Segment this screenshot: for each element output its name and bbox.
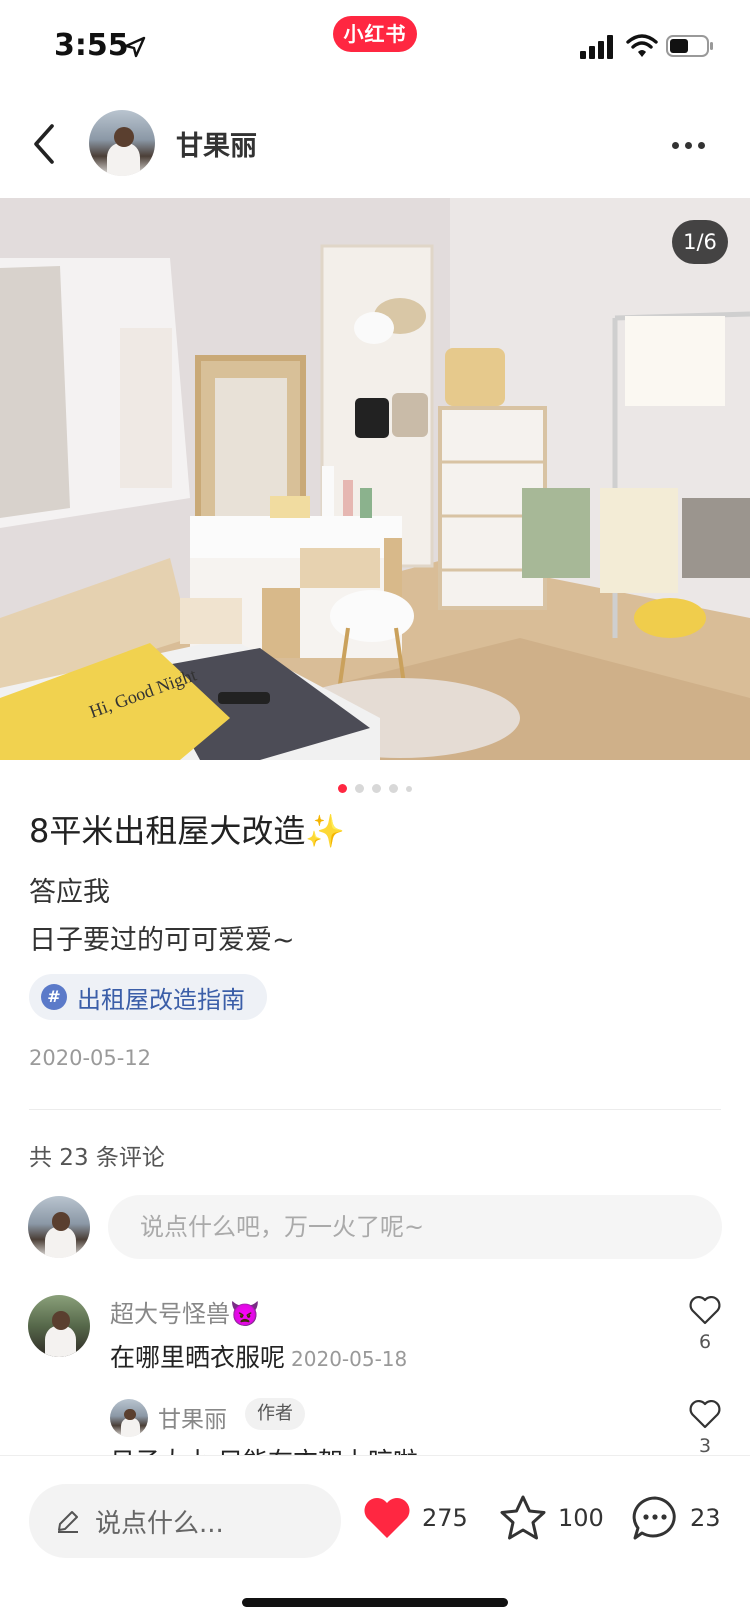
heart-filled-icon: [364, 1498, 410, 1538]
comment-count: 共 23 条评论: [29, 1145, 165, 1171]
sparkles-emoji: ✨: [305, 812, 346, 850]
collect-button[interactable]: 100: [498, 1478, 604, 1558]
heart-outline-icon: [689, 1295, 721, 1325]
back-arrow-icon[interactable]: [30, 122, 60, 166]
brand-logo: 小红书: [333, 16, 417, 52]
room-photo-illustration: Hi, Good Night: [0, 198, 750, 760]
devil-emoji: 👿: [230, 1300, 260, 1328]
note-body-line: 日子要过的可可爱爱~: [29, 925, 295, 956]
comment-input[interactable]: 说点什么吧，万一火了呢~: [108, 1195, 722, 1259]
location-arrow-icon: [124, 36, 146, 58]
commenter-name[interactable]: 超大号怪兽👿: [110, 1294, 260, 1329]
note-header: 甘果丽: [0, 96, 750, 196]
comment-count-bottom: 23: [690, 1504, 721, 1532]
comment-text[interactable]: 在哪里晒衣服呢 2020-05-18: [110, 1338, 407, 1374]
carousel-dots: [0, 778, 750, 793]
hashtag-icon: #: [41, 984, 67, 1010]
comment-like[interactable]: 6: [685, 1295, 725, 1353]
note-title-text: 8平米出租屋大改造: [29, 812, 306, 850]
cellular-signal-icon: [580, 35, 613, 59]
star-outline-icon: [500, 1495, 546, 1540]
status-time: 3:55: [54, 28, 129, 63]
battery-icon: [666, 35, 713, 57]
like-count: 275: [422, 1504, 468, 1532]
carousel-dot[interactable]: [355, 784, 364, 793]
status-bar: 3:55 小红书: [0, 0, 750, 96]
heart-outline-icon: [689, 1399, 721, 1429]
more-options-icon[interactable]: [672, 134, 722, 150]
wifi-icon: [626, 34, 658, 57]
author-badge: 作者: [245, 1398, 305, 1430]
carousel-dot[interactable]: [372, 784, 381, 793]
note-date: 2020-05-12: [29, 1046, 152, 1070]
comment-date: 2020-05-18: [291, 1347, 408, 1371]
divider: [29, 1109, 721, 1110]
note-photo[interactable]: Hi, Good Night 1/6: [0, 198, 750, 760]
like-button[interactable]: 275: [362, 1478, 468, 1558]
speech-bubble-icon: [632, 1496, 676, 1540]
comment-button[interactable]: 23: [630, 1478, 721, 1558]
home-indicator[interactable]: [242, 1598, 508, 1607]
reply-author-name[interactable]: 甘果丽: [158, 1400, 227, 1434]
reply-like[interactable]: 3: [685, 1399, 725, 1457]
commenter-name-text: 超大号怪兽: [110, 1300, 230, 1328]
author-avatar[interactable]: [89, 110, 155, 176]
collect-count: 100: [558, 1504, 604, 1532]
bottom-comment-input[interactable]: 说点什么...: [29, 1484, 341, 1558]
comment-like-count: 6: [698, 1331, 712, 1353]
photo-counter: 1/6: [672, 220, 728, 264]
note-title: 8平米出租屋大改造✨: [29, 806, 345, 852]
topic-tag[interactable]: # 出租屋改造指南: [29, 974, 267, 1020]
carousel-dot[interactable]: [338, 784, 347, 793]
reply-like-count: 3: [698, 1435, 712, 1457]
commenter-avatar[interactable]: [28, 1295, 90, 1357]
note-body-line: 答应我: [29, 877, 110, 908]
carousel-dot[interactable]: [389, 784, 398, 793]
bottom-input-placeholder: 说点什么...: [95, 1508, 224, 1539]
bottom-action-bar: 说点什么... 275 100 23: [0, 1455, 750, 1623]
author-name[interactable]: 甘果丽: [176, 124, 257, 163]
my-avatar: [28, 1196, 90, 1258]
comment-body: 在哪里晒衣服呢: [110, 1343, 286, 1372]
pencil-icon: [58, 1511, 78, 1533]
carousel-dot[interactable]: [406, 785, 412, 792]
topic-tag-label: 出租屋改造指南: [77, 985, 245, 1014]
reply-avatar[interactable]: [110, 1399, 148, 1437]
